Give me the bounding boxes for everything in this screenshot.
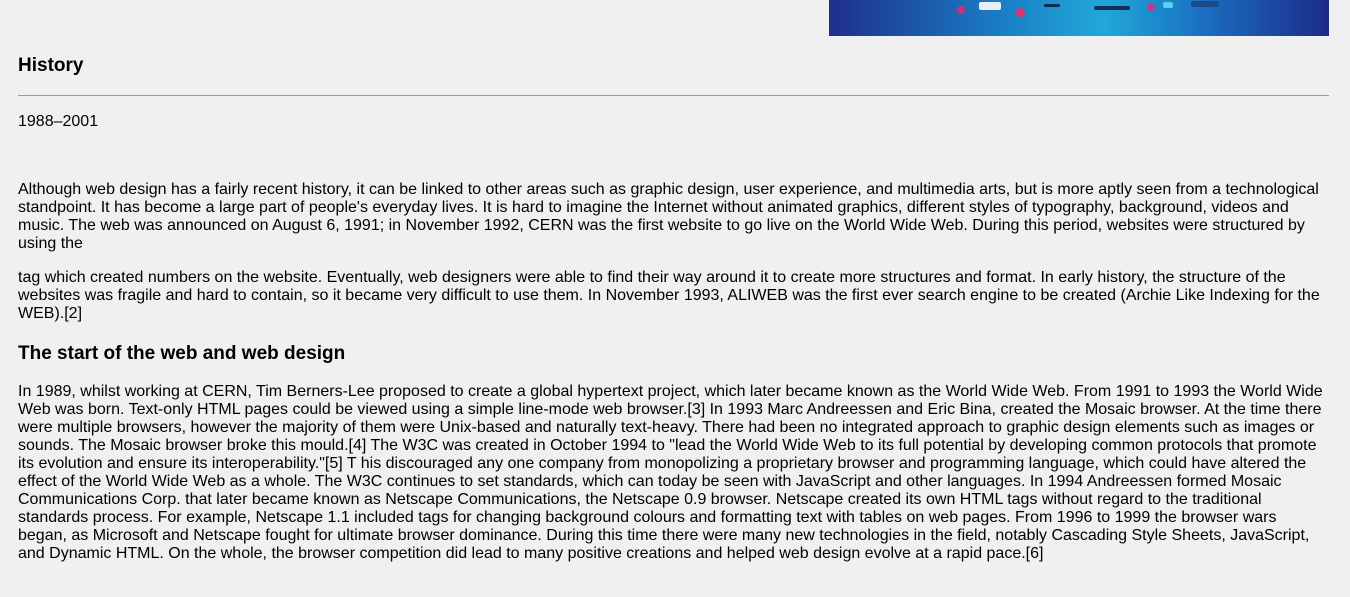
banner-chip [1094,6,1130,10]
banner-chip [957,6,965,14]
banner-chip [1191,1,1219,7]
history-paragraph-2: tag which created numbers on the website… [18,269,1320,322]
banner-chip [1016,8,1025,17]
start-heading: The start of the web and web design [18,343,346,364]
banner-image [829,0,1329,36]
section-divider [18,95,1329,96]
banner-chip [1163,2,1173,8]
history-heading: History [18,55,84,76]
history-paragraph-1: Although web design has a fairly recent … [18,181,1319,252]
years-label: 1988–2001 [18,113,99,130]
banner-chip [1147,3,1155,11]
start-paragraph: In 1989, whilst working at CERN, Tim Ber… [18,383,1323,562]
page: History 1988–2001 Although web design ha… [0,0,1350,597]
banner-chip [1044,4,1060,7]
banner-chip [979,2,1001,10]
